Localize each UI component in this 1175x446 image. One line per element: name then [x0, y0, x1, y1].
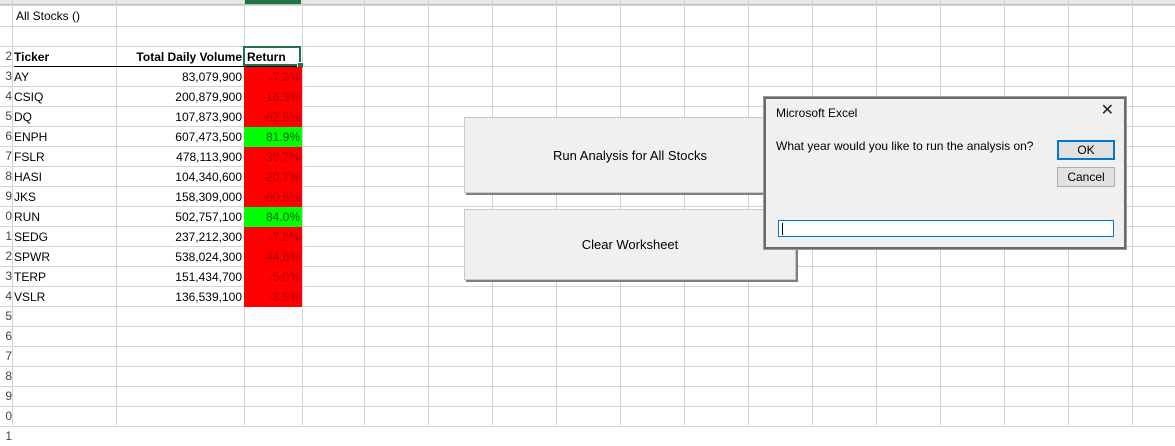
row-number[interactable]: 8 — [0, 166, 12, 186]
dialog-prompt: What year would you like to run the anal… — [776, 139, 1034, 153]
row-number[interactable]: 9 — [0, 186, 12, 206]
row-number[interactable]: 3 — [0, 66, 12, 86]
row-number[interactable]: 7 — [0, 346, 12, 366]
row-number[interactable]: 0 — [0, 406, 12, 426]
row-number[interactable]: 9 — [0, 386, 12, 406]
row-number[interactable]: 7 — [0, 146, 12, 166]
header-volume[interactable]: Total Daily Volume — [116, 47, 244, 67]
volume-cell[interactable]: 502,757,100 — [116, 207, 244, 227]
row-gridline — [0, 366, 1175, 367]
row-number[interactable]: 6 — [0, 326, 12, 346]
return-cell[interactable]: -7.3% — [244, 67, 302, 87]
row-gridline — [0, 346, 1175, 347]
ticker-cell[interactable]: TERP — [14, 267, 114, 287]
return-cell[interactable]: -3.5% — [244, 287, 302, 307]
ticker-cell[interactable]: SEDG — [14, 227, 114, 247]
volume-cell[interactable]: 104,340,600 — [116, 167, 244, 187]
row-gridline — [0, 326, 1175, 327]
return-cell[interactable]: -44.6% — [244, 247, 302, 267]
ticker-cell[interactable]: RUN — [14, 207, 114, 227]
column-gridline — [1132, 0, 1133, 425]
clear-worksheet-button[interactable]: Clear Worksheet — [464, 209, 796, 280]
row-gridline — [0, 406, 1175, 407]
row-gridline — [0, 5, 1175, 6]
volume-cell[interactable]: 538,024,300 — [116, 247, 244, 267]
volume-cell[interactable]: 151,434,700 — [116, 267, 244, 287]
ticker-cell[interactable]: AY — [14, 67, 114, 87]
ticker-cell[interactable]: CSIQ — [14, 87, 114, 107]
volume-cell[interactable]: 478,113,900 — [116, 147, 244, 167]
row-number[interactable]: 2 — [0, 46, 12, 66]
row-number[interactable]: 4 — [0, 86, 12, 106]
volume-cell[interactable]: 200,879,900 — [116, 87, 244, 107]
row-number[interactable]: 5 — [0, 106, 12, 126]
column-gridline — [428, 0, 429, 425]
volume-cell[interactable]: 237,212,300 — [116, 227, 244, 247]
cancel-button[interactable]: Cancel — [1057, 167, 1115, 187]
return-cell[interactable]: -62.6% — [244, 107, 302, 127]
return-cell[interactable]: -16.3% — [244, 87, 302, 107]
column-gridline — [364, 0, 365, 425]
sheet-title-cell[interactable]: All Stocks () — [16, 6, 80, 26]
ticker-cell[interactable]: HASI — [14, 167, 114, 187]
row-number[interactable]: 1 — [0, 226, 12, 246]
ticker-cell[interactable]: FSLR — [14, 147, 114, 167]
input-dialog: Microsoft Excel ✕ What year would you li… — [764, 97, 1126, 249]
return-cell[interactable]: 81.9% — [244, 127, 302, 147]
volume-cell[interactable]: 107,873,900 — [116, 107, 244, 127]
ticker-cell[interactable]: VSLR — [14, 287, 114, 307]
row-number[interactable]: 8 — [0, 366, 12, 386]
year-input[interactable] — [778, 220, 1114, 237]
row-gridline — [0, 26, 1175, 27]
ok-button[interactable]: OK — [1057, 140, 1115, 160]
row-number[interactable]: 6 — [0, 126, 12, 146]
volume-cell[interactable]: 607,473,500 — [116, 127, 244, 147]
ticker-cell[interactable]: JKS — [14, 187, 114, 207]
row-number[interactable]: 1 — [0, 426, 12, 446]
volume-cell[interactable]: 83,079,900 — [116, 67, 244, 87]
return-cell[interactable]: -20.7% — [244, 167, 302, 187]
clear-worksheet-label: Clear Worksheet — [581, 237, 679, 252]
selected-column-indicator — [244, 0, 301, 4]
text-caret — [782, 223, 783, 235]
row-number[interactable]: 4 — [0, 286, 12, 306]
column-gridline — [12, 0, 13, 425]
row-number[interactable]: 5 — [0, 306, 12, 326]
run-analysis-button[interactable]: Run Analysis for All Stocks — [464, 117, 796, 193]
ticker-cell[interactable]: SPWR — [14, 247, 114, 267]
close-icon[interactable]: ✕ — [1101, 102, 1114, 120]
return-cell[interactable]: -60.5% — [244, 187, 302, 207]
row-gridline — [0, 426, 1175, 427]
run-analysis-label: Run Analysis for All Stocks — [553, 147, 707, 163]
row-number[interactable]: 3 — [0, 266, 12, 286]
row-number[interactable]: 0 — [0, 206, 12, 226]
row-number[interactable]: 2 — [0, 246, 12, 266]
row-gridline — [0, 386, 1175, 387]
ticker-cell[interactable]: ENPH — [14, 127, 114, 147]
ticker-cell[interactable]: DQ — [14, 107, 114, 127]
return-cell[interactable]: -5.0% — [244, 267, 302, 287]
return-cell[interactable]: 84.0% — [244, 207, 302, 227]
volume-cell[interactable]: 136,539,100 — [116, 287, 244, 307]
volume-cell[interactable]: 158,309,000 — [116, 187, 244, 207]
header-ticker[interactable]: Ticker — [14, 47, 114, 67]
return-cell[interactable]: -39.7% — [244, 147, 302, 167]
return-cell[interactable]: -7.8% — [244, 227, 302, 247]
dialog-title: Microsoft Excel — [776, 106, 858, 120]
active-cell-border — [243, 46, 301, 66]
